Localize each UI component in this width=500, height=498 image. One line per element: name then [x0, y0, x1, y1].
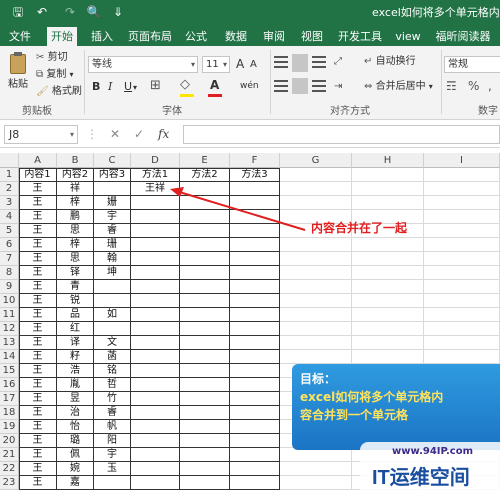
banner-line-2: excel如何将多个单元格内 [300, 390, 444, 404]
watermark-url: www.94IP.com [392, 446, 474, 457]
arrow-shaft [175, 190, 306, 231]
watermark-brand: IT运维空间 [372, 467, 470, 489]
banner-line-3: 容合并到一个单元格 [300, 408, 409, 422]
banner-line-1: 目标： [300, 372, 337, 386]
annotation-text: 内容合并在了一起 [311, 221, 408, 235]
arrow-head [170, 187, 184, 197]
goal-banner: 目标： excel如何将多个单元格内 容合并到一个单元格 [292, 364, 500, 450]
